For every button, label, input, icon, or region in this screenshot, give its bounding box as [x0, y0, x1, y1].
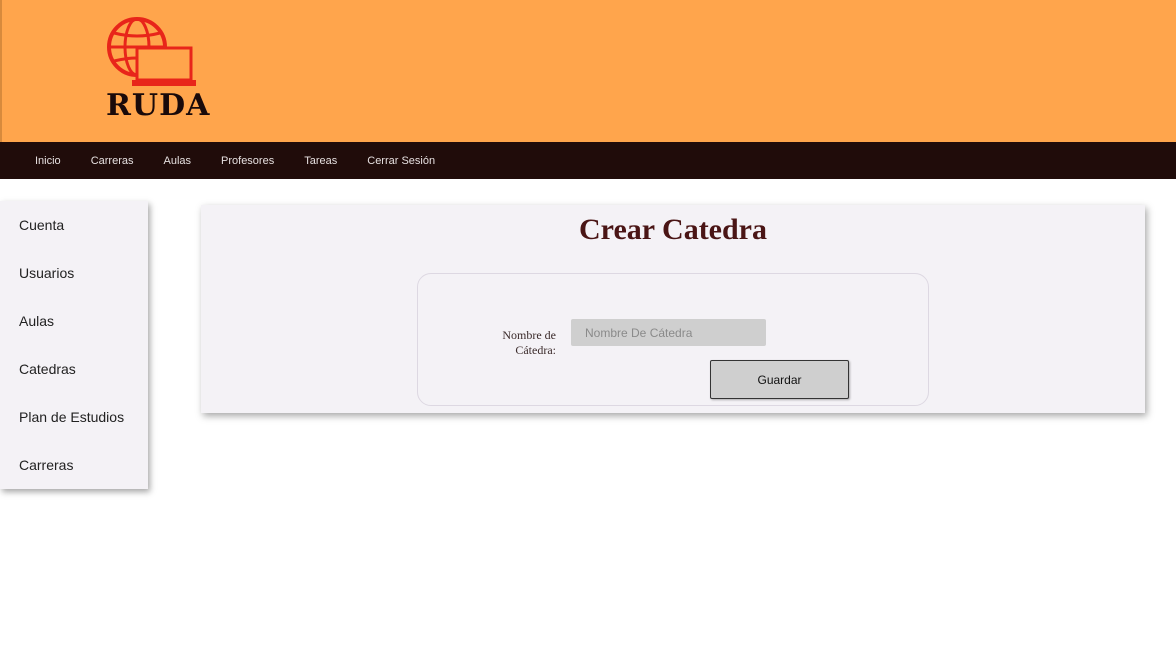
create-catedra-form: Nombre de Cátedra: Guardar [417, 273, 929, 406]
logo-text: RUDA [106, 88, 211, 123]
catedra-name-input[interactable] [571, 319, 766, 346]
nav-item-profesores[interactable]: Profesores [221, 155, 274, 167]
sidebar-item-plan-de-estudios[interactable]: Plan de Estudios [0, 393, 148, 441]
sidebar-item-aulas[interactable]: Aulas [0, 297, 148, 345]
top-nav: Inicio Carreras Aulas Profesores Tareas … [0, 142, 1176, 179]
sidebar-item-usuarios[interactable]: Usuarios [0, 249, 148, 297]
nav-item-aulas[interactable]: Aulas [163, 155, 191, 167]
sidebar-item-cuenta[interactable]: Cuenta [0, 201, 148, 249]
nav-item-tareas[interactable]: Tareas [304, 155, 337, 167]
page-title: Crear Catedra [579, 213, 767, 246]
header: RUDA [0, 0, 1176, 142]
nav-item-carreras[interactable]: Carreras [91, 155, 134, 167]
main-panel: Crear Catedra Nombre de Cátedra: Guardar [201, 205, 1145, 413]
save-button[interactable]: Guardar [710, 360, 849, 399]
nav-item-inicio[interactable]: Inicio [35, 155, 61, 167]
catedra-name-label: Nombre de Cátedra: [502, 328, 556, 357]
sidebar-item-carreras[interactable]: Carreras [0, 441, 148, 489]
sidebar: Cuenta Usuarios Aulas Catedras Plan de E… [0, 201, 148, 489]
sidebar-item-catedras[interactable]: Catedras [0, 345, 148, 393]
nav-item-cerrar-sesion[interactable]: Cerrar Sesión [367, 155, 435, 167]
